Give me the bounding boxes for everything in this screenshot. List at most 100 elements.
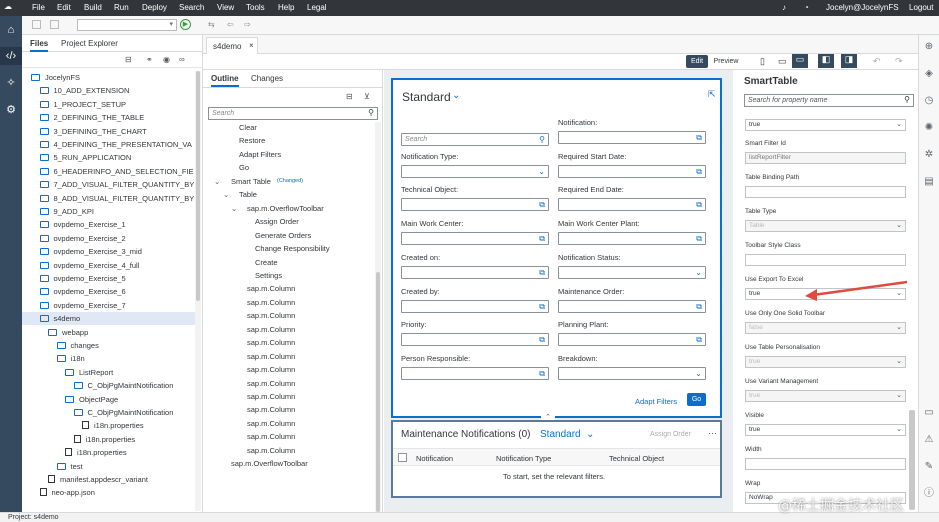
nav-back-icon[interactable]: ⇦ xyxy=(227,20,234,29)
chevron-down-icon[interactable]: ⌄ xyxy=(695,369,702,378)
menu-legal[interactable]: Legal xyxy=(307,3,327,12)
smart-table[interactable]: Maintenance Notifications (0) Standard ⌄… xyxy=(391,420,722,498)
chevron-down-icon[interactable]: ⌄ xyxy=(896,221,902,231)
tree-item[interactable]: manifest.appdescr_variant xyxy=(22,473,195,486)
tree-item[interactable]: ovpdemo_Exercise_1 xyxy=(22,218,195,231)
back-icon[interactable]: ⇆ xyxy=(208,20,215,29)
expand-icon[interactable]: ⊟ xyxy=(346,92,353,101)
table-variant[interactable]: Standard xyxy=(540,429,581,440)
outline-item[interactable]: Create xyxy=(255,256,278,269)
tree-item[interactable]: ovpdemo_Exercise_7 xyxy=(22,299,195,312)
outline-item[interactable]: sap.m.Column xyxy=(247,430,295,443)
filter-input[interactable]: ⧉ xyxy=(558,333,706,347)
value-help-icon[interactable]: ⧉ xyxy=(696,167,702,177)
column-header[interactable]: Notification Type xyxy=(496,454,551,463)
value-help-icon[interactable]: ⧉ xyxy=(696,302,702,312)
console-icon[interactable]: ▭ xyxy=(923,407,935,419)
menu-help[interactable]: Help xyxy=(278,3,294,12)
property-value[interactable]: listReportFilter xyxy=(745,152,906,164)
outline-item[interactable]: Table xyxy=(239,188,257,201)
tree-item[interactable]: ObjectPage xyxy=(22,393,195,406)
property-value[interactable]: true ⌄ xyxy=(745,390,906,402)
outline-search-input[interactable]: Search ⚲ xyxy=(208,107,378,120)
more-icon[interactable]: ⋯ xyxy=(708,428,717,439)
run-config-select[interactable]: ▾ xyxy=(77,19,177,31)
outline-item[interactable]: Clear xyxy=(239,121,257,134)
smart-filter-bar[interactable]: Standard ⌄ ⇱ Search ⚲ Notification: ⧉ Notifi… xyxy=(391,78,722,418)
menu-file[interactable]: File xyxy=(32,3,45,12)
outline-item[interactable]: sap.m.Column xyxy=(247,323,295,336)
filter-input[interactable]: ⧉ xyxy=(558,198,706,212)
outline-item[interactable]: sap.m.Column xyxy=(247,350,295,363)
nav-forward-icon[interactable]: ⇨ xyxy=(244,20,251,29)
tree-item[interactable]: C_ObjPgMaintNotification xyxy=(22,406,195,419)
user-name[interactable]: Jocelyn@JocelynFS xyxy=(826,3,899,12)
warning-icon[interactable]: ⚠ xyxy=(923,434,935,446)
value-help-icon[interactable]: ⧉ xyxy=(696,234,702,244)
outline-item[interactable]: sap.m.Column xyxy=(247,309,295,322)
eye-icon[interactable]: ◉ xyxy=(163,55,170,64)
link-icon[interactable]: ⚭ xyxy=(146,55,153,64)
outline-item[interactable]: Change Responsibility xyxy=(255,242,330,255)
home-icon[interactable]: ⌂ xyxy=(5,24,17,36)
binoculars-icon[interactable]: ∞ xyxy=(179,55,185,64)
tree-item[interactable]: JocelynFS xyxy=(22,71,195,84)
tree-item[interactable]: i18n xyxy=(22,352,195,365)
tab-project-explorer[interactable]: Project Explorer xyxy=(61,39,118,48)
property-value[interactable]: true ⌄ xyxy=(745,356,906,368)
outline-item[interactable]: Settings xyxy=(255,269,282,282)
tree-item[interactable]: 2_DEFINING_THE_TABLE xyxy=(22,111,195,124)
files-scrollbar[interactable] xyxy=(195,71,201,511)
filter-input[interactable]: ⌄ xyxy=(558,366,706,380)
outline-item[interactable]: sap.m.Column xyxy=(247,377,295,390)
tablet-icon[interactable]: ▭ xyxy=(778,56,787,67)
filter-input[interactable]: ⧉ xyxy=(401,198,549,212)
outline-item[interactable]: sap.m.Column xyxy=(247,390,295,403)
settings-icon[interactable]: ⚙ xyxy=(5,104,17,116)
tree-item[interactable]: 8_ADD_VISUAL_FILTER_QUANTITY_BY xyxy=(22,192,195,205)
save-all-icon[interactable] xyxy=(50,20,59,29)
layers-icon[interactable]: ◈ xyxy=(923,68,935,80)
info-icon[interactable]: ⓘ xyxy=(923,488,935,500)
tree-item[interactable]: ovpdemo_Exercise_5 xyxy=(22,272,195,285)
tree-item[interactable]: webapp xyxy=(22,326,195,339)
property-value[interactable] xyxy=(745,458,906,470)
gears-icon[interactable]: ✲ xyxy=(923,149,935,161)
menu-deploy[interactable]: Deploy xyxy=(142,3,167,12)
menu-tools[interactable]: Tools xyxy=(246,3,265,12)
tree-item[interactable]: neo-app.json xyxy=(22,486,195,499)
phone-icon[interactable]: ▯ xyxy=(760,56,765,67)
value-help-icon[interactable]: ⧉ xyxy=(539,200,545,210)
tree-item[interactable]: 4_DEFINING_THE_PRESENTATION_VA xyxy=(22,138,195,151)
edit-mode-button[interactable]: Edit xyxy=(686,55,708,68)
outline-item[interactable]: sap.m.Column xyxy=(247,282,295,295)
outline-item[interactable]: Adapt Filters xyxy=(239,148,281,161)
tree-item[interactable]: 3_DEFINING_THE_CHART xyxy=(22,125,195,138)
tab-changes[interactable]: Changes xyxy=(251,74,283,83)
tab-files[interactable]: Files xyxy=(30,39,49,52)
value-help-icon[interactable]: ⧉ xyxy=(539,369,545,379)
tab-s4demo[interactable]: s4demo × xyxy=(206,37,258,54)
undo-icon[interactable]: ↶ xyxy=(873,56,881,67)
menu-build[interactable]: Build xyxy=(84,3,102,12)
chevron-down-icon[interactable]: ⌄ xyxy=(896,391,902,401)
variant-title[interactable]: Standard xyxy=(402,90,451,104)
tree-item[interactable]: 10_ADD_EXTENSION xyxy=(22,84,195,97)
tree-item[interactable]: ListReport xyxy=(22,366,195,379)
outline-item[interactable]: sap.m.Column xyxy=(247,336,295,349)
tree-item[interactable]: ovpdemo_Exercise_6 xyxy=(22,285,195,298)
value-help-icon[interactable]: ⧉ xyxy=(539,268,545,278)
tree-item[interactable]: 5_RUN_APPLICATION xyxy=(22,151,195,164)
tree-item[interactable]: changes xyxy=(22,339,195,352)
filter-input[interactable]: ⧉ xyxy=(401,232,549,246)
filter-input[interactable]: ⧉ xyxy=(558,164,706,178)
tree-item[interactable]: 6_HEADERINFO_AND_SELECTION_FIE xyxy=(22,165,195,178)
menu-search[interactable]: Search xyxy=(179,3,204,12)
logout-link[interactable]: Logout xyxy=(909,3,933,12)
outline-item[interactable]: sap.m.OverflowToolbar xyxy=(231,457,308,470)
tree-item[interactable]: i18n.properties xyxy=(22,446,195,459)
tree-item[interactable]: ovpdemo_Exercise_4_full xyxy=(22,259,195,272)
filter-icon[interactable]: ⊻ xyxy=(364,92,370,101)
panel-right-icon[interactable]: ◨ xyxy=(841,54,857,68)
adapt-filters-button[interactable]: Adapt Filters xyxy=(635,397,677,406)
